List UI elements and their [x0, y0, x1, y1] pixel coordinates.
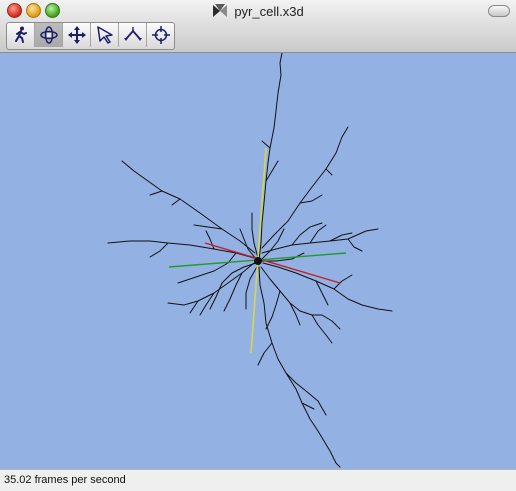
x3d-3d-viewport[interactable] — [0, 53, 516, 469]
coordinate-axes — [168, 147, 347, 354]
walk-icon — [14, 26, 27, 43]
walk-tool-button[interactable] — [7, 23, 35, 47]
soma — [254, 257, 262, 265]
fly-tool-button[interactable] — [119, 23, 147, 47]
select-tool-button[interactable] — [91, 23, 119, 47]
pan-tool-button[interactable] — [63, 23, 91, 47]
neuron-scene[interactable] — [0, 53, 516, 469]
x3d-file-icon — [213, 4, 228, 17]
window-title: pyr_cell.x3d — [234, 3, 304, 19]
status-bar: 35.02 frames per second — [0, 469, 516, 491]
select-pointer-icon — [96, 26, 113, 44]
look-at-tool-button[interactable] — [147, 23, 174, 47]
navigation-toolbar — [6, 22, 175, 50]
examine-icon — [39, 26, 58, 44]
window-title-group: pyr_cell.x3d — [0, 2, 516, 20]
fps-readout: 35.02 frames per second — [4, 474, 126, 486]
crosshair-icon — [151, 26, 170, 44]
y-axis — [250, 147, 267, 354]
pan-arrows-icon — [67, 26, 86, 44]
fly-icon — [123, 27, 142, 41]
toolbar-toggle-button[interactable] — [488, 5, 510, 17]
app-window: pyr_cell.x3d 35.02 frames per second — [0, 0, 516, 491]
examine-tool-button[interactable] — [35, 23, 63, 47]
title-bar[interactable]: pyr_cell.x3d — [0, 0, 516, 53]
